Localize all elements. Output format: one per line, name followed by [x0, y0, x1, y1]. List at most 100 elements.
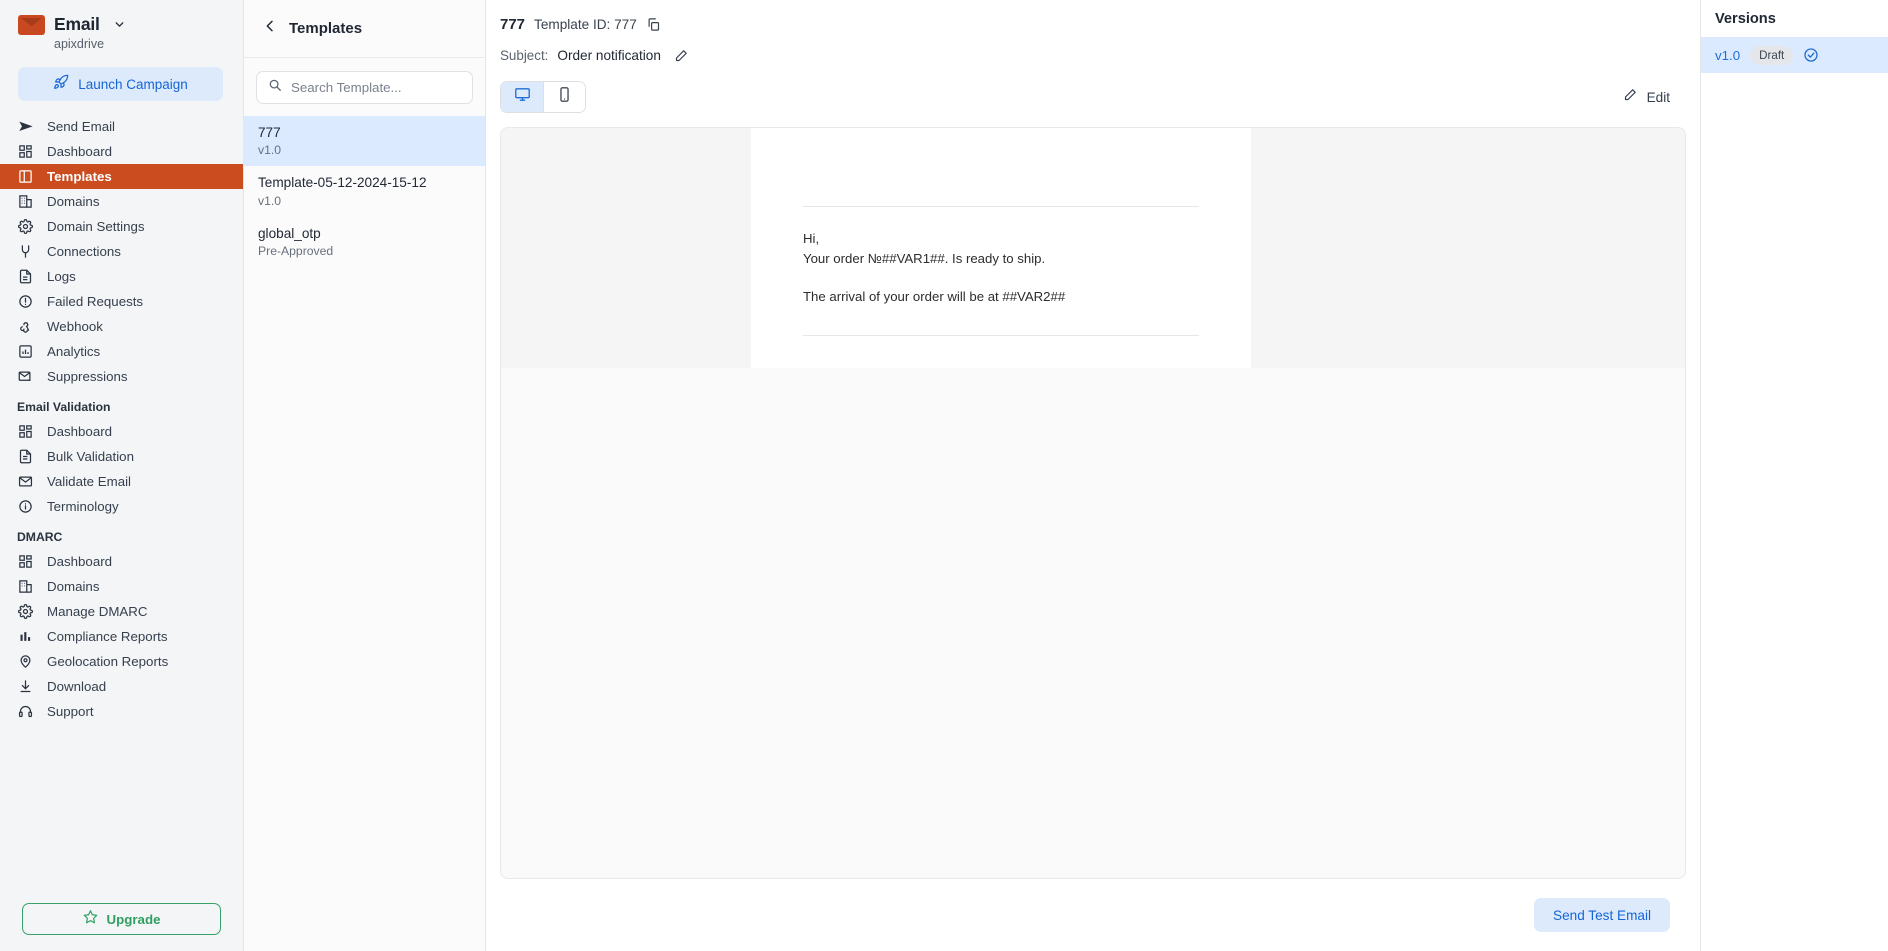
- sidebar: Email apixdrive Launch Campaign Send Ema…: [0, 0, 244, 951]
- sidebar-label: Compliance Reports: [47, 629, 168, 644]
- document-lines-icon: [17, 448, 34, 465]
- sidebar-item-ev-dashboard[interactable]: Dashboard: [0, 419, 243, 444]
- sidebar-item-download[interactable]: Download: [0, 674, 243, 699]
- sidebar-item-geolocation-reports[interactable]: Geolocation Reports: [0, 649, 243, 674]
- sidebar-label: Logs: [47, 269, 76, 284]
- email-validation-nav-list: Dashboard Bulk Validation Validate Email…: [0, 419, 243, 519]
- template-name: Template-05-12-2024-15-12: [258, 175, 427, 191]
- chevron-left-icon[interactable]: [262, 18, 278, 39]
- version-list-item[interactable]: v1.0 Draft: [1701, 37, 1888, 73]
- sidebar-item-terminology[interactable]: Terminology: [0, 494, 243, 519]
- search-input[interactable]: [291, 80, 461, 95]
- sidebar-item-dashboard[interactable]: Dashboard: [0, 139, 243, 164]
- sidebar-item-connections[interactable]: Connections: [0, 239, 243, 264]
- sidebar-item-templates[interactable]: Templates: [0, 164, 243, 189]
- template-subtitle: v1.0: [258, 193, 282, 208]
- template-list-item[interactable]: Template-05-12-2024-15-12 v1.0: [244, 166, 485, 216]
- brand-account: apixdrive: [54, 37, 105, 51]
- preview-toolbar: Edit: [486, 65, 1700, 113]
- upgrade-label: Upgrade: [106, 911, 161, 927]
- subject-label: Subject:: [500, 47, 549, 63]
- brand-name: Email: [54, 14, 100, 34]
- sidebar-item-dmarc-dashboard[interactable]: Dashboard: [0, 549, 243, 574]
- sidebar-label: Analytics: [47, 344, 101, 359]
- rocket-icon: [53, 74, 69, 95]
- template-list-item[interactable]: global_otp Pre-Approved: [244, 217, 485, 267]
- download-icon: [17, 678, 34, 695]
- upgrade-section: Upgrade: [0, 903, 243, 951]
- sidebar-item-dmarc-domains[interactable]: Domains: [0, 574, 243, 599]
- alert-circle-icon: [17, 293, 34, 310]
- subject-value: Order notification: [557, 47, 661, 63]
- document-icon: [17, 268, 34, 285]
- sidebar-item-support[interactable]: Support: [0, 699, 243, 724]
- status-badge: Draft: [1750, 45, 1794, 65]
- brand-switcher[interactable]: Email: [18, 14, 243, 35]
- versions-header: Versions: [1701, 0, 1888, 37]
- sidebar-label: Validate Email: [47, 474, 132, 489]
- plug-icon: [17, 243, 34, 260]
- sidebar-item-send-email[interactable]: Send Email: [0, 114, 243, 139]
- launch-campaign-label: Launch Campaign: [78, 76, 188, 92]
- templates-list: 777 v1.0 Template-05-12-2024-15-12 v1.0 …: [244, 116, 485, 267]
- phone-icon: [556, 86, 573, 108]
- building-icon: [17, 578, 34, 595]
- nav-group-email-validation: Email Validation: [17, 400, 111, 414]
- template-id-label: Template ID: 777: [534, 16, 637, 32]
- desktop-preview-button[interactable]: [501, 82, 543, 112]
- monitor-icon: [514, 86, 531, 108]
- template-list-item[interactable]: 777 v1.0: [244, 116, 485, 167]
- email-line-3: The arrival of your order will be at ##V…: [803, 289, 1066, 305]
- envelope-minus-icon: [17, 368, 34, 385]
- dashboard-grid-icon: [17, 143, 34, 160]
- email-preview-area: Hi, Your order №##VAR1##. Is ready to sh…: [500, 127, 1686, 879]
- pencil-icon: [1623, 87, 1638, 107]
- sidebar-item-manage-dmarc[interactable]: Manage DMARC: [0, 599, 243, 624]
- mobile-preview-button[interactable]: [543, 82, 585, 112]
- envelope-logo-icon: [18, 14, 45, 35]
- sidebar-label: Domains: [47, 194, 100, 209]
- search-wrap: [244, 58, 485, 104]
- send-icon: [17, 118, 34, 135]
- templates-panel-icon: [17, 168, 34, 185]
- sidebar-label: Dashboard: [47, 144, 113, 159]
- chevron-down-icon[interactable]: [113, 18, 126, 31]
- sidebar-label: Download: [47, 679, 107, 694]
- edit-button[interactable]: Edit: [1623, 87, 1670, 107]
- template-header: 777 Template ID: 777 Subject: Order noti…: [486, 0, 1700, 65]
- sidebar-label: Domains: [47, 579, 100, 594]
- templates-panel-header: Templates: [244, 0, 485, 58]
- preview-right-gutter: [1251, 128, 1685, 368]
- check-circle-icon[interactable]: [1803, 47, 1819, 63]
- versions-panel: Versions v1.0 Draft: [1700, 0, 1888, 951]
- sidebar-item-domains[interactable]: Domains: [0, 189, 243, 214]
- dmarc-nav-list: Dashboard Domains Manage DMARC Complianc…: [0, 549, 243, 724]
- search-box[interactable]: [256, 71, 473, 104]
- sidebar-item-logs[interactable]: Logs: [0, 264, 243, 289]
- upgrade-button[interactable]: Upgrade: [22, 903, 221, 935]
- nav-group-dmarc: DMARC: [17, 530, 63, 544]
- template-title: 777: [500, 15, 526, 33]
- email-body: Hi, Your order №##VAR1##. Is ready to sh…: [803, 207, 1199, 307]
- sidebar-item-domain-settings[interactable]: Domain Settings: [0, 214, 243, 239]
- launch-campaign-button[interactable]: Launch Campaign: [18, 67, 223, 101]
- subject-row: Subject: Order notification: [500, 45, 1700, 65]
- main-footer: Send Test Email: [486, 879, 1700, 951]
- brand-block: Email apixdrive: [0, 0, 243, 51]
- email-line-2: Your order №##VAR1##. Is ready to ship.: [803, 251, 1046, 267]
- pencil-icon[interactable]: [674, 48, 689, 63]
- sidebar-item-webhook[interactable]: Webhook: [0, 314, 243, 339]
- copy-icon[interactable]: [646, 17, 661, 32]
- send-test-email-button[interactable]: Send Test Email: [1534, 898, 1670, 932]
- sidebar-item-analytics[interactable]: Analytics: [0, 339, 243, 364]
- sidebar-item-suppressions[interactable]: Suppressions: [0, 364, 243, 389]
- sidebar-item-bulk-validation[interactable]: Bulk Validation: [0, 444, 243, 469]
- bar-chart-box-icon: [17, 343, 34, 360]
- sidebar-label: Send Email: [47, 119, 115, 134]
- app-root: Email apixdrive Launch Campaign Send Ema…: [0, 0, 1888, 951]
- sidebar-item-validate-email[interactable]: Validate Email: [0, 469, 243, 494]
- template-subtitle: v1.0: [258, 143, 282, 158]
- sidebar-item-compliance-reports[interactable]: Compliance Reports: [0, 624, 243, 649]
- sidebar-item-failed-requests[interactable]: Failed Requests: [0, 289, 243, 314]
- envelope-icon: [17, 473, 34, 490]
